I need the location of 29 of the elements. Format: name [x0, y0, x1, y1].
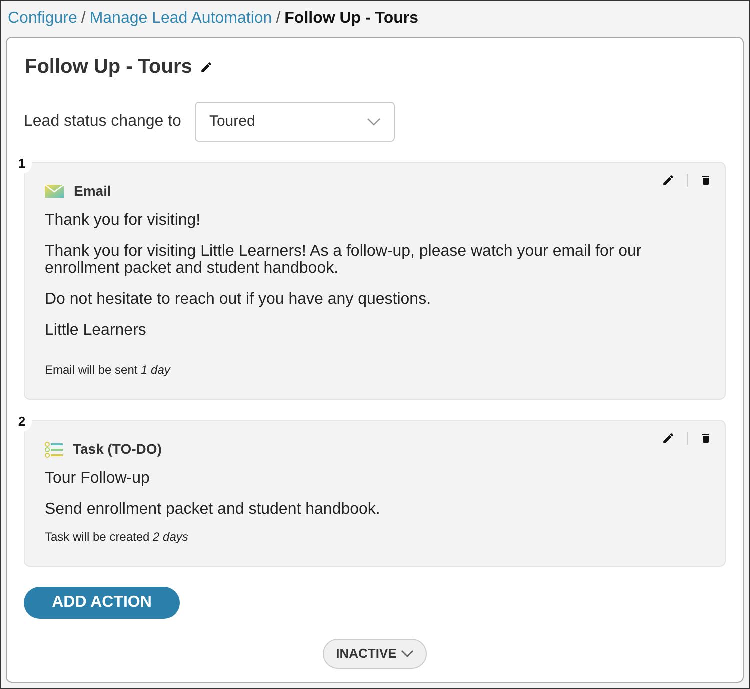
automation-title: Follow Up - Tours	[25, 55, 192, 80]
status-label: Lead status change to	[24, 112, 182, 132]
message-text: Thank you for visiting Little Learners! As a follow-up, please watch your email for our enrollment packet and student handbook.	[45, 243, 643, 277]
edit-icon[interactable]	[200, 60, 214, 74]
breadcrumb-separator: /	[81, 9, 86, 29]
edit-icon[interactable]	[662, 432, 675, 445]
breadcrumb-link[interactable]: Configure	[8, 7, 78, 31]
status-toggle-button[interactable]: INACTIVE	[323, 639, 427, 669]
breadcrumb-current: Follow Up - Tours	[284, 9, 419, 29]
chevron-down-icon	[367, 118, 382, 126]
action-type: Email	[74, 182, 112, 201]
breadcrumb-link[interactable]: Manage Lead Automation	[90, 7, 272, 31]
envelope-icon	[45, 185, 64, 198]
message-text: Thank you for visiting!	[45, 212, 202, 229]
delete-icon[interactable]	[700, 432, 712, 445]
breadcrumb-separator: /	[276, 9, 281, 29]
message-text: Little Learners	[45, 322, 148, 339]
edit-icon[interactable]	[662, 174, 675, 187]
delete-icon[interactable]	[700, 174, 712, 187]
add-action-button[interactable]: ADD ACTION	[24, 587, 180, 619]
message-text: Send enrollment packet and student handbook.	[45, 501, 382, 518]
action-type: Task (TO-DO)	[73, 440, 162, 459]
checklist-icon	[45, 442, 63, 458]
chevron-down-icon	[400, 650, 414, 658]
schedule-text: Task will be created 2 days	[45, 529, 190, 546]
status-dropdown[interactable]: Toured	[195, 102, 396, 142]
message-text: Tour Follow-up	[45, 470, 151, 487]
message-text: Do not hesitate to reach out if you have any questions.	[45, 291, 432, 308]
schedule-text: Email will be sent 1 day	[45, 362, 172, 379]
